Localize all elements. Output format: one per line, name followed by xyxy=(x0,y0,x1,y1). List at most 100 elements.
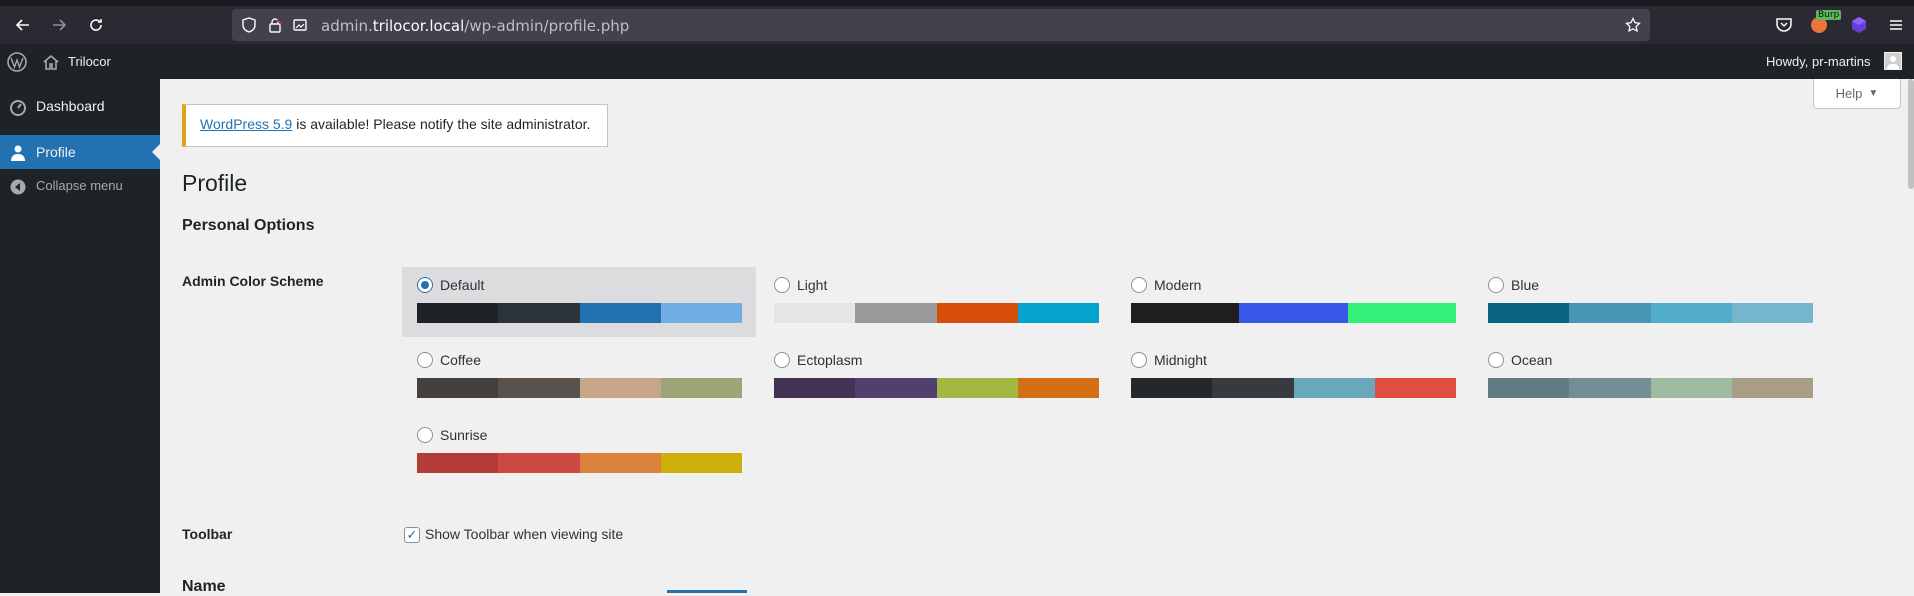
color-swatch xyxy=(660,453,742,473)
collapse-menu-button[interactable]: Collapse menu xyxy=(0,169,160,203)
color-scheme-name[interactable]: Midnight xyxy=(1154,352,1207,368)
main-content: Help ▼ WordPress 5.9 is available! Pleas… xyxy=(160,79,1914,595)
shield-icon[interactable] xyxy=(241,17,257,33)
color-scheme-option[interactable]: Blue xyxy=(1473,267,1827,337)
color-swatch xyxy=(936,378,1018,398)
color-scheme-radio[interactable] xyxy=(417,277,433,293)
update-link[interactable]: WordPress 5.9 xyxy=(200,116,292,132)
dashboard-icon xyxy=(10,100,26,116)
forward-icon[interactable] xyxy=(45,11,73,39)
lock-warning-icon[interactable] xyxy=(267,17,283,33)
color-swatches[interactable] xyxy=(417,453,742,473)
show-toolbar-label[interactable]: Show Toolbar when viewing site xyxy=(425,526,623,542)
extension-cube-icon[interactable] xyxy=(1850,16,1868,34)
color-scheme-radio[interactable] xyxy=(774,352,790,368)
color-scheme-name[interactable]: Sunrise xyxy=(440,427,487,443)
show-toolbar-checkbox[interactable]: ✓ xyxy=(404,527,420,543)
pocket-icon[interactable] xyxy=(1775,16,1793,34)
color-scheme-name[interactable]: Ectoplasm xyxy=(797,352,862,368)
color-scheme-option[interactable]: Ectoplasm xyxy=(759,342,1113,412)
color-scheme-option[interactable]: Ocean xyxy=(1473,342,1827,412)
color-swatch xyxy=(1650,378,1732,398)
reload-icon[interactable] xyxy=(82,11,110,39)
burp-extension-icon[interactable]: Burp xyxy=(1808,10,1842,36)
color-swatch xyxy=(417,453,499,473)
color-scheme-name[interactable]: Blue xyxy=(1511,277,1539,293)
avatar[interactable] xyxy=(1884,52,1902,70)
color-scheme-radio[interactable] xyxy=(1131,277,1147,293)
color-swatches[interactable] xyxy=(1131,378,1456,398)
help-tab-button[interactable]: Help ▼ xyxy=(1813,79,1901,109)
color-swatch xyxy=(1650,303,1732,323)
page-title: Profile xyxy=(182,170,248,196)
color-swatches[interactable] xyxy=(1488,378,1813,398)
color-swatches[interactable] xyxy=(417,378,742,398)
color-scheme-radio[interactable] xyxy=(417,427,433,443)
help-label: Help xyxy=(1835,86,1863,101)
color-scheme-option[interactable]: Default xyxy=(402,267,756,337)
site-name-link[interactable]: Trilocor xyxy=(68,54,111,69)
color-swatch xyxy=(774,303,856,323)
color-scheme-option[interactable]: Sunrise xyxy=(402,417,756,487)
color-scheme-radio[interactable] xyxy=(417,352,433,368)
notice-text: is available! Please notify the site adm… xyxy=(292,116,591,132)
bookmark-star-icon[interactable] xyxy=(1625,17,1641,33)
color-scheme-name[interactable]: Ocean xyxy=(1511,352,1552,368)
color-swatch xyxy=(417,378,499,398)
sidebar-item-dashboard[interactable]: Dashboard xyxy=(0,89,160,123)
color-swatch xyxy=(579,303,661,323)
color-swatch xyxy=(1347,303,1456,323)
color-swatch xyxy=(498,378,580,398)
color-swatch xyxy=(1731,378,1813,398)
color-swatch xyxy=(1293,378,1375,398)
color-swatches[interactable] xyxy=(774,378,1099,398)
color-swatch xyxy=(1131,303,1240,323)
wp-admin-bar: Trilocor Howdy, pr-martins xyxy=(0,44,1914,79)
color-swatch xyxy=(579,378,661,398)
color-swatches[interactable] xyxy=(1488,303,1813,323)
color-scheme-option[interactable]: Midnight xyxy=(1116,342,1470,412)
color-swatch xyxy=(1212,378,1294,398)
color-scheme-name[interactable]: Default xyxy=(440,277,484,293)
color-swatches[interactable] xyxy=(774,303,1099,323)
wordpress-logo-icon[interactable] xyxy=(7,52,27,72)
color-swatch xyxy=(855,378,937,398)
admin-sidebar: Dashboard Profile Collapse menu xyxy=(0,79,160,593)
permissions-icon[interactable] xyxy=(292,17,308,33)
color-swatch xyxy=(936,303,1018,323)
page-scrollbar[interactable] xyxy=(1908,79,1914,189)
home-icon[interactable] xyxy=(42,53,60,71)
color-swatch xyxy=(1131,378,1213,398)
color-swatches[interactable] xyxy=(1131,303,1456,323)
current-menu-arrow xyxy=(152,144,160,160)
color-swatches[interactable] xyxy=(417,303,742,323)
howdy-user-menu[interactable]: Howdy, pr-martins xyxy=(1766,54,1871,69)
color-swatch xyxy=(660,303,742,323)
color-scheme-option[interactable]: Coffee xyxy=(402,342,756,412)
name-section-title: Name xyxy=(182,578,226,595)
back-icon[interactable] xyxy=(9,11,37,39)
update-notice: WordPress 5.9 is available! Please notif… xyxy=(182,104,608,147)
browser-toolbar: admin.trilocor.local/wp-admin/profile.ph… xyxy=(0,6,1914,44)
color-scheme-name[interactable]: Coffee xyxy=(440,352,481,368)
burp-badge: Burp xyxy=(1816,10,1842,20)
color-swatch xyxy=(1017,303,1099,323)
color-swatch xyxy=(1488,378,1570,398)
color-swatch xyxy=(498,453,580,473)
color-scheme-name[interactable]: Modern xyxy=(1154,277,1201,293)
color-scheme-radio[interactable] xyxy=(1488,352,1504,368)
color-scheme-radio[interactable] xyxy=(774,277,790,293)
color-swatch xyxy=(498,303,580,323)
color-scheme-option[interactable]: Light xyxy=(759,267,1113,337)
color-swatch xyxy=(1731,303,1813,323)
color-scheme-name[interactable]: Light xyxy=(797,277,827,293)
color-scheme-option[interactable]: Modern xyxy=(1116,267,1470,337)
menu-hamburger-icon[interactable] xyxy=(1887,16,1905,34)
chevron-down-icon: ▼ xyxy=(1868,88,1879,99)
color-swatch xyxy=(1488,303,1570,323)
section-title: Personal Options xyxy=(182,217,315,234)
sidebar-item-profile[interactable]: Profile xyxy=(0,135,160,169)
color-scheme-radio[interactable] xyxy=(1488,277,1504,293)
url-bar[interactable]: admin.trilocor.local/wp-admin/profile.ph… xyxy=(232,9,1650,41)
color-scheme-radio[interactable] xyxy=(1131,352,1147,368)
